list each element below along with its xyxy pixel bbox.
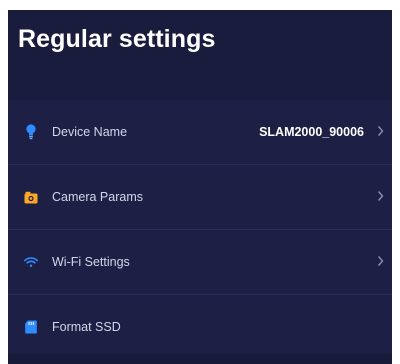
setting-label: Camera Params [52, 190, 143, 204]
setting-format-ssd[interactable]: Format SSD [8, 295, 392, 359]
page-title: Regular settings [18, 25, 216, 53]
header: Regular settings [8, 10, 392, 100]
sd-card-icon [24, 319, 38, 335]
setting-label: Wi-Fi Settings [52, 255, 130, 269]
settings-screen: Regular settings Device Name SLAM2000_90… [8, 10, 392, 364]
chevron-right-icon [377, 189, 384, 207]
setting-label: Device Name [52, 125, 128, 139]
setting-device-name[interactable]: Device Name SLAM2000_90006 [8, 100, 392, 165]
bottom-bar [8, 354, 392, 364]
camera-icon [24, 189, 38, 205]
wifi-icon [24, 254, 38, 270]
settings-list: Device Name SLAM2000_90006 Camera Params [8, 100, 392, 359]
setting-label: Format SSD [52, 320, 121, 334]
chevron-right-icon [377, 124, 384, 142]
bulb-icon [24, 124, 38, 140]
setting-camera-params[interactable]: Camera Params [8, 165, 392, 230]
chevron-right-icon [377, 254, 384, 272]
setting-wifi[interactable]: Wi-Fi Settings [8, 230, 392, 295]
device-name-value: SLAM2000_90006 [259, 125, 364, 139]
